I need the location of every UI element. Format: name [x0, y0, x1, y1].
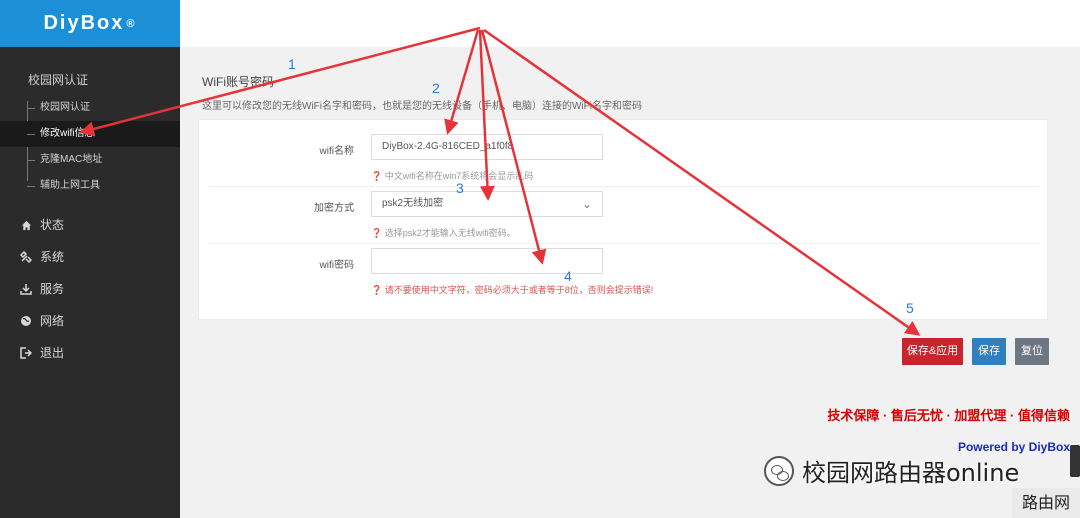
- sidebar-item-label: 服务: [40, 282, 65, 296]
- encryption-hint: ❓ 选择psk2才能输入无线wifi密码。: [371, 226, 516, 239]
- info-icon: ❓: [371, 228, 383, 238]
- powered-by-link[interactable]: Powered by DiyBox: [958, 440, 1070, 454]
- sidebar-item-network[interactable]: 网络: [0, 305, 180, 337]
- save-apply-button[interactable]: 保存&应用: [902, 338, 963, 365]
- brand-name: DiyBox: [43, 12, 125, 34]
- encryption-label: 加密方式: [314, 203, 354, 214]
- sidebar-item-system[interactable]: 系统: [0, 241, 180, 273]
- wifi-name-hint: ❓ 中文wifi名称在win7系统将会显示乱码: [371, 169, 533, 182]
- encryption-select[interactable]: psk2无线加密 ⌄: [371, 191, 603, 217]
- watermark-corner: 路由网: [1012, 488, 1080, 518]
- page-description: 这里可以修改您的无线WiFi名字和密码，也就是您的无线设备（手机、电脑）连接的W…: [202, 101, 642, 112]
- divider: [209, 186, 1039, 187]
- save-button[interactable]: 保存: [972, 338, 1006, 365]
- brand-logo[interactable]: DiyBox ®: [0, 0, 180, 47]
- annotation-number-1: 1: [288, 56, 296, 72]
- main-content: WiFi账号密码 这里可以修改您的无线WiFi名字和密码，也就是您的无线设备（手…: [180, 47, 1080, 518]
- chevron-down-icon: ⌄: [581, 197, 592, 211]
- home-icon: [20, 219, 32, 231]
- top-header: [180, 0, 1080, 47]
- sidebar-item-modify-wifi[interactable]: 修改wifi信息: [0, 121, 180, 147]
- annotation-number-5: 5: [906, 300, 914, 316]
- wifi-password-hint: ❓ 请不要使用中文字符，密码必须大于或者等于8位，否则会提示错误!: [371, 283, 653, 296]
- wifi-password-label: wifi密码: [319, 260, 354, 271]
- sidebar-section-campus-auth[interactable]: 校园网认证: [0, 47, 180, 95]
- info-icon: ❓: [371, 171, 383, 181]
- wifi-name-input[interactable]: DiyBox-2.4G-816CED_a1f0f8: [371, 134, 603, 160]
- globe-icon: [20, 315, 32, 327]
- side-widget[interactable]: [1070, 445, 1080, 477]
- tools-icon: [20, 251, 32, 263]
- sidebar-item-label: 退出: [40, 346, 65, 360]
- encryption-select-value: psk2无线加密: [382, 198, 444, 209]
- sidebar-item-label: 网络: [40, 314, 65, 328]
- sidebar-item-services[interactable]: 服务: [0, 273, 180, 305]
- logout-icon: [20, 347, 32, 359]
- sidebar-item-clone-mac[interactable]: 克隆MAC地址: [0, 147, 180, 173]
- sidebar-item-label: 状态: [40, 218, 65, 232]
- download-icon: [20, 283, 32, 295]
- divider: [209, 243, 1039, 244]
- info-icon: ❓: [371, 285, 383, 295]
- brand-registered-mark: ®: [126, 17, 137, 30]
- sidebar-item-campus-auth[interactable]: 校园网认证: [0, 95, 180, 121]
- page-title: WiFi账号密码: [202, 75, 274, 89]
- watermark-text: 校园网路由器online: [802, 459, 1020, 487]
- annotation-number-4: 4: [564, 268, 572, 284]
- watermark: 校园网路由器online: [764, 453, 1019, 488]
- annotation-number-3: 3: [456, 180, 464, 196]
- sidebar-item-logout[interactable]: 退出: [0, 337, 180, 369]
- encryption-hint-text: 选择psk2才能输入无线wifi密码。: [384, 228, 516, 238]
- wechat-icon: [764, 455, 794, 486]
- promo-text: 技术保障 · 售后无忧 · 加盟代理 · 值得信赖: [827, 408, 1070, 423]
- reset-button[interactable]: 复位: [1015, 338, 1049, 365]
- sidebar: DiyBox ® 校园网认证 校园网认证 修改wifi信息 克隆MAC地址 辅助上…: [0, 0, 180, 518]
- sidebar-item-label: 系统: [40, 250, 65, 264]
- sidebar-item-assist-tools[interactable]: 辅助上网工具: [0, 173, 180, 199]
- sidebar-subnav: 校园网认证 修改wifi信息 克隆MAC地址 辅助上网工具: [0, 95, 180, 199]
- sidebar-item-status[interactable]: 状态: [0, 209, 180, 241]
- annotation-number-2: 2: [432, 80, 440, 96]
- wifi-form-card: wifi名称 DiyBox-2.4G-816CED_a1f0f8 ❓ 中文wif…: [198, 119, 1048, 320]
- wifi-password-hint-text: 请不要使用中文字符，密码必须大于或者等于8位，否则会提示错误!: [384, 285, 654, 295]
- wifi-name-label: wifi名称: [319, 146, 354, 157]
